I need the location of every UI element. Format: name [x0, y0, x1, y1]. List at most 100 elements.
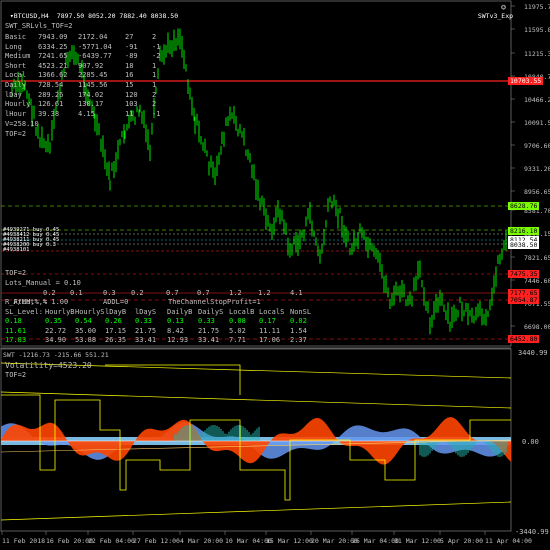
indicator-row: Basic 7943.09 2172.04 27 2 — [5, 33, 175, 42]
sl-value-cell: 0.33 — [198, 317, 215, 326]
indicator-cell-name: Basic — [5, 33, 27, 41]
symbol-line: BTCUSD,H4 7897.50 8052.20 7882.40 8038.5… — [13, 12, 179, 20]
time-axis-label: 10 Mar 04:00 — [225, 537, 272, 545]
sl-value-cell: 11.11 — [259, 326, 281, 335]
sl-value-cell: 0.26 — [105, 317, 122, 326]
indicator-cell-name: Long — [5, 42, 22, 51]
channel-stop-label: TheChannelStopProfit=1 — [168, 298, 261, 306]
sl-value-cell: 17.15 — [105, 326, 127, 335]
indicator-row: lDay 289.26 174.02 120 2 — [5, 91, 175, 100]
indicator-cell-v4: 1 — [152, 61, 157, 70]
sl-value-cell: 0.08 — [229, 317, 246, 326]
price-tag: 8628.76 — [508, 202, 540, 210]
factor-value: 1.2 — [229, 289, 242, 297]
indicator-cell-v1: 6334.25 — [38, 42, 68, 51]
factor-value: 4.1 — [290, 289, 303, 297]
indicator-cell-name: Daily — [5, 81, 27, 89]
sl-value-cell: 2.37 — [290, 335, 307, 344]
sl-value-cell: 53.88 — [75, 335, 97, 344]
indicator-tof-line: TOF=2 — [5, 130, 27, 138]
price-axis-label: 10466.20 — [524, 96, 550, 104]
price-axis-label: 11215.30 — [524, 50, 550, 58]
sl-header-cell: lDayS — [135, 308, 157, 316]
price-tag: 7054.87 — [508, 296, 540, 304]
indicator-cell-name: lHour — [5, 109, 27, 118]
factor-value: 0.7 — [166, 289, 179, 297]
time-axis-label: 5 Apr 20:00 — [440, 537, 484, 545]
sl-value-cell: 34.90 — [45, 335, 67, 344]
r-atmm: R_AtMM,% = 1.00 — [5, 298, 69, 306]
indicator-cell-v4: 1 — [152, 71, 157, 80]
time-axis-label: 11 Apr 04:00 — [485, 537, 532, 545]
price-axis-label: 9706.60 — [524, 142, 550, 150]
sl-value-cell: 0.13 — [167, 317, 184, 326]
indicator-cell-v4: -1 — [152, 42, 161, 51]
addl-label: ADDL=0 — [103, 298, 129, 306]
time-axis-label: 27 Feb 12:00 — [133, 537, 180, 545]
sl-header-cell: NonSL — [290, 308, 312, 316]
channel-line — [0, 501, 512, 521]
time-axis-label: 4 Mar 20:00 — [180, 537, 224, 545]
indicator-cell-v1: 126.61 — [38, 100, 64, 109]
sl-value-cell: 7.71 — [229, 335, 246, 344]
factor-value: 0.7 — [197, 289, 210, 297]
indicator-cell-v2: 1145.56 — [78, 81, 108, 89]
indicator-cell-v2: 4.15 — [78, 109, 95, 118]
indicator-row: Short 4523.21 907.92 18 1 — [5, 62, 175, 71]
indicator-title: SWT_SRLvls_TOF=2 — [5, 22, 73, 30]
order-label[interactable]: #4938101 — [3, 247, 30, 253]
sl-value-cell: 0.18 — [5, 317, 22, 326]
sl-header-cell: LocalS — [259, 308, 285, 316]
price-axis-label: 11975.70 — [524, 3, 550, 11]
indicator-cell-name: lDay — [5, 90, 22, 99]
sl-value-cell: 21.75 — [135, 326, 157, 335]
indicator-row: lHour 39.38 4.15 11 -1 — [5, 110, 175, 119]
indicator-cell-v3: 16 — [125, 71, 134, 80]
time-axis-label: 31 Mar 12:00 — [394, 537, 441, 545]
indicator-cell-v2: -6439.77 — [78, 52, 112, 61]
price-tag: 8038.50 — [508, 241, 540, 249]
indicator-cell-v3: 11 — [125, 109, 134, 118]
sl-value-cell: 0.54 — [75, 317, 92, 326]
factor-value: 0.2 — [43, 289, 56, 297]
sl-header-cell: HourlyB — [45, 308, 75, 316]
sl-header-cell: DailyB — [167, 308, 193, 316]
indicator-cell-name: Medium — [5, 52, 31, 61]
price-axis-label: 7446.60 — [524, 277, 550, 285]
indicator-cell-v3: 18 — [125, 61, 134, 70]
price-tag: 8216.10 — [508, 227, 540, 235]
smiley-icon[interactable]: ☺ — [500, 4, 507, 12]
sl-value-cell: 26.35 — [105, 335, 127, 344]
time-axis-label: 22 Feb 04:00 — [88, 537, 135, 545]
time-axis-label: 15 Mar 12:00 — [266, 537, 313, 545]
sl-value-cell: 21.75 — [198, 326, 220, 335]
indicator-row: Long 6334.25 -5771.04 -91 -1 — [5, 43, 175, 52]
sl-header-cell: lDayB — [105, 308, 127, 316]
indicator-cell-v4: 2 — [152, 90, 157, 99]
indicator-cell-v2: 174.02 — [78, 90, 104, 99]
sub-title: SWT -1216.73 -215.66 551.21 — [3, 351, 109, 359]
sub-axis-zero: 0.00 — [522, 438, 539, 446]
sub-axis-top: 3440.99 — [518, 349, 548, 357]
sl-value-cell: 0.35 — [45, 317, 62, 326]
sl-value-cell: 11.61 — [5, 326, 27, 335]
sl-header-cell: HourlyS — [75, 308, 105, 316]
indicator-v-line: V=258.10 — [5, 120, 39, 128]
price-tag: 6452.80 — [508, 335, 540, 343]
price-axis-label: 9331.20 — [524, 165, 550, 173]
sl-value-cell: 0.02 — [290, 317, 307, 326]
sub-volatility: Volatility=4523.20 — [5, 361, 92, 370]
sl-value-cell: 5.02 — [229, 326, 246, 335]
indicator-cell-v3: -91 — [125, 42, 138, 51]
indicator-cell-name: Local — [5, 71, 27, 80]
indicator-cell-v2: 907.92 — [78, 61, 104, 70]
indicator-cell-v2: 130.17 — [78, 100, 104, 109]
indicator-cell-v2: -5771.04 — [78, 42, 112, 51]
time-axis: 11 Feb 2018 16 Feb 20:00 22 Feb 04:00 27 Fe… — [0, 534, 550, 548]
indicator-cell-v1: 289.26 — [38, 90, 64, 99]
price-tag: 10703.55 — [508, 77, 544, 85]
indicator-cell-v4: 2 — [152, 33, 157, 41]
indicator-cell-v4: 2 — [152, 100, 157, 109]
sl-header-cell: DailyS — [198, 308, 224, 316]
indicator-cell-v3: 120 — [125, 90, 138, 99]
